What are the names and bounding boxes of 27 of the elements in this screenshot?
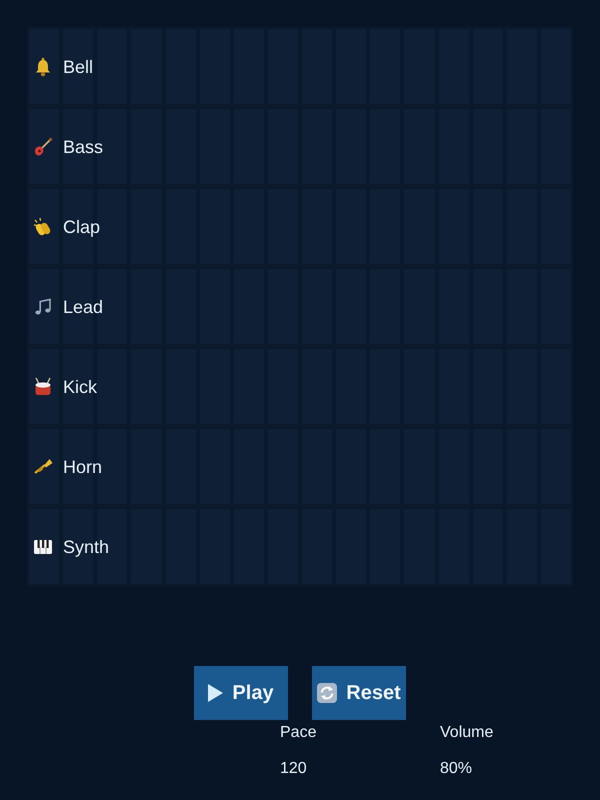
step-cell[interactable] bbox=[29, 189, 60, 264]
refresh-icon bbox=[317, 683, 338, 703]
play-button[interactable]: Play bbox=[194, 666, 288, 720]
drum-icon bbox=[33, 376, 53, 396]
step-cell[interactable] bbox=[29, 269, 60, 344]
track-name: Bell bbox=[63, 56, 94, 78]
track-name: Horn bbox=[63, 456, 102, 478]
track-name: Clap bbox=[63, 216, 100, 238]
track-name: Bass bbox=[63, 136, 104, 158]
step-cell[interactable] bbox=[29, 109, 60, 184]
reset-button[interactable]: Reset bbox=[312, 666, 406, 720]
setting-value: 80% bbox=[440, 759, 472, 779]
clapping-hands-icon bbox=[33, 216, 53, 236]
step-cell[interactable] bbox=[29, 29, 60, 104]
track-name: Kick bbox=[63, 376, 98, 398]
guitar-icon bbox=[33, 136, 53, 156]
setting-label: Pace bbox=[280, 723, 316, 743]
step-cell[interactable] bbox=[29, 349, 60, 424]
play-icon bbox=[208, 684, 224, 702]
track-name: Lead bbox=[63, 296, 104, 318]
trumpet-icon bbox=[33, 456, 53, 476]
bell-icon bbox=[33, 56, 53, 76]
setting-value: 120 bbox=[280, 759, 307, 779]
setting-label: Volume bbox=[440, 723, 494, 743]
step-cell[interactable] bbox=[29, 429, 60, 504]
track-name: Synth bbox=[63, 536, 110, 558]
music-note-icon bbox=[33, 296, 53, 316]
